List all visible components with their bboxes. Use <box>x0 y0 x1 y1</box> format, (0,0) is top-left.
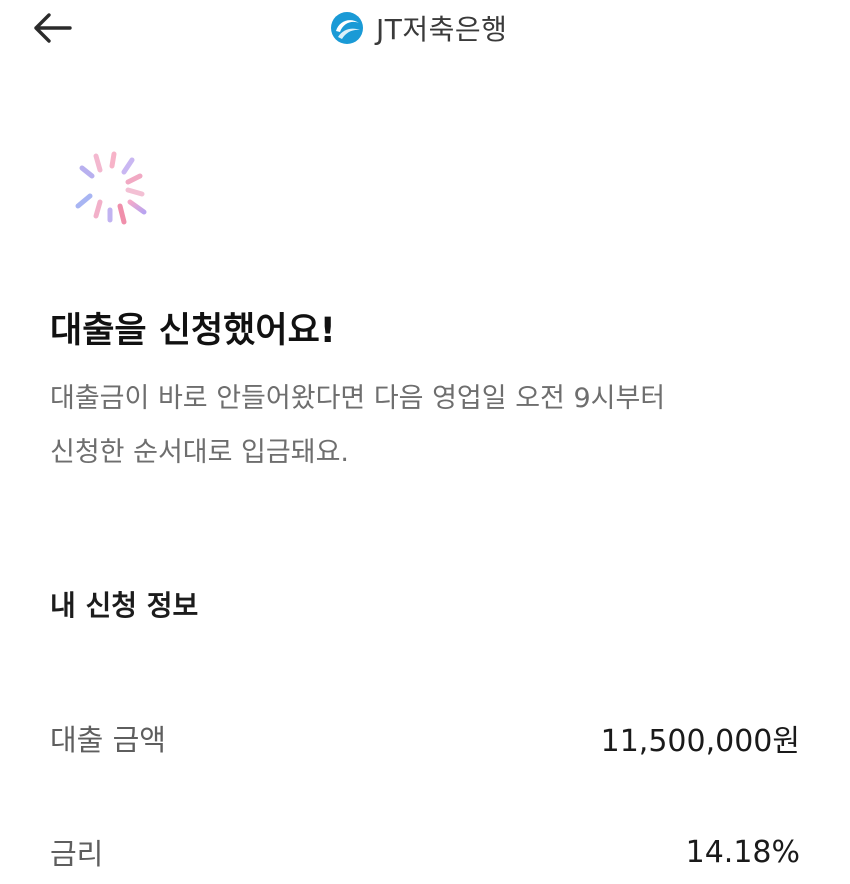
loan-amount-value: 11,500,000원 <box>600 724 800 759</box>
brand-name: JT저축은행 <box>376 13 508 46</box>
description-line-2: 신청한 순서대로 입금돼요. <box>50 437 349 468</box>
application-info-title: 내 신청 정보 <box>50 589 199 622</box>
info-row-loan-amount: 대출 금액 11,500,000원 <box>50 716 800 760</box>
celebration-fireworks-icon <box>71 151 147 225</box>
bank-logo-icon <box>331 12 363 44</box>
back-button[interactable] <box>28 8 76 48</box>
interest-rate-value: 14.18% <box>685 834 800 870</box>
info-row-interest-rate: 금리 14.18% <box>50 830 800 874</box>
loan-amount-label: 대출 금액 <box>50 723 166 757</box>
page-title: 대출을 신청했어요! <box>50 311 336 351</box>
back-arrow-icon <box>34 13 72 43</box>
description-line-1: 대출금이 바로 안들어왔다면 다음 영업일 오전 9시부터 <box>50 383 666 414</box>
result-description: 대출금이 바로 안들어왔다면 다음 영업일 오전 9시부터 신청한 순서대로 입… <box>50 372 820 480</box>
brand: JT저축은행 <box>330 10 507 46</box>
interest-rate-label: 금리 <box>50 837 104 871</box>
loan-application-complete-screen: JT저축은행 대출을 신청했어요! 대출금이 바로 안들어왔다면 다음 영업일 … <box>0 0 850 884</box>
header: JT저축은행 <box>0 0 850 58</box>
